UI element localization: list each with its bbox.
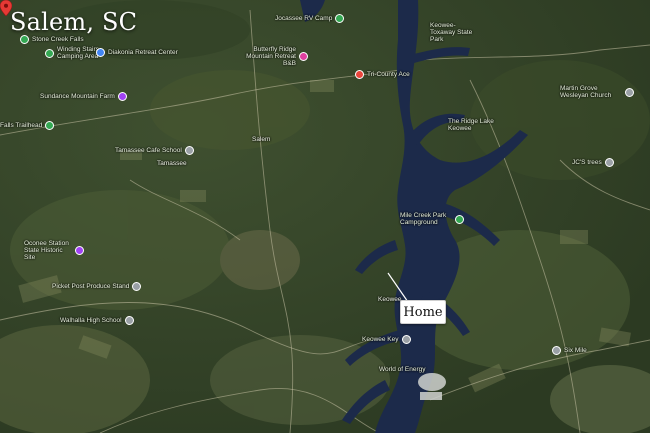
historic-icon [75,246,84,255]
poi-falls-trailhead[interactable]: Falls Trailhead [0,121,55,130]
poi-butterfly-ridge[interactable]: Butterfly Ridge Mountain Retreat B&B [246,46,308,67]
trail-icon [45,121,55,130]
poi-tamassee-school[interactable]: Tamassee Cafe School [115,146,194,155]
building-icon [96,48,105,57]
poi-keowee-key[interactable]: Keowee Key [362,335,411,344]
satellite-map[interactable]: Salem, SC Stone Creek Falls Winding Stai… [0,0,650,433]
rv-park-icon [335,14,345,23]
poi-diakonia-retreat[interactable]: Diakonia Retreat Center [96,48,178,57]
poi-jocassee-rv[interactable]: Jocassee RV Camp [275,14,345,23]
town-label-salem: Salem [252,136,271,143]
park-icon [20,35,29,44]
park-icon [455,214,464,224]
poi-world-of-energy[interactable]: World of Energy [379,366,425,373]
poi-sundance-farm[interactable]: Sundance Mountain Farm [40,92,127,101]
produce-icon [132,282,142,291]
farm-icon [117,92,127,101]
poi-winding-stairs[interactable]: Winding Stairs Camping Area [45,46,99,60]
town-label-tamassee: Tamassee [157,160,187,167]
place-icon [604,158,614,167]
poi-walhalla-high[interactable]: Walhalla High School [60,316,134,325]
poi-martin-grove-church[interactable]: Martin Grove Wesleyan Church [560,85,634,99]
poi-oconee-station[interactable]: Oconee Station State Historic Site [24,240,84,261]
poi-six-mile[interactable]: Six Mile [552,346,587,355]
home-pin-icon[interactable] [0,0,12,16]
poi-keowee-toxaway[interactable]: Keowee-Toxaway State Park [430,22,478,43]
school-icon [124,316,134,325]
town-label-keowee: Keowee [378,296,402,303]
poi-stone-creek-falls[interactable]: Stone Creek Falls [20,35,84,44]
poi-tri-county-ace[interactable]: Tri-County Ace [355,70,410,79]
poi-the-ridge[interactable]: The Ridge Lake Keowee [448,118,498,132]
home-callout[interactable]: Home [400,300,446,324]
map-title: Salem, SC [10,8,138,36]
place-icon [401,335,411,344]
campground-icon [45,48,54,58]
poi-jcs-trees[interactable]: JC'S trees [572,158,614,167]
map-imagery [0,0,650,433]
lodging-icon [299,52,308,61]
school-icon [184,146,194,155]
poi-mile-creek-park[interactable]: Mile Creek Park Campground [400,212,464,226]
poi-picket-post[interactable]: Picket Post Produce Stand [52,282,142,291]
church-icon [625,87,634,97]
place-icon [552,346,561,355]
store-icon [355,70,364,79]
